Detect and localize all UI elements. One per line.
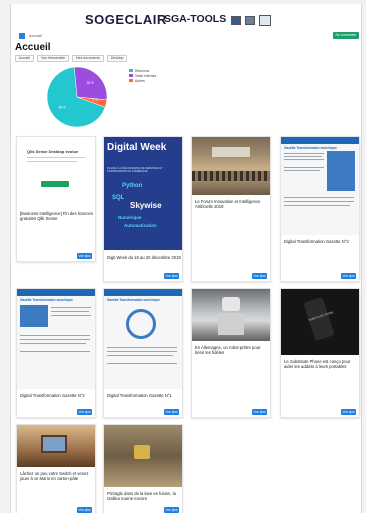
- top-bar: Accueil Se connecter: [15, 32, 361, 41]
- card-thumbnail: [192, 289, 270, 341]
- thumb-keyword: Skywise: [130, 201, 162, 210]
- home-icon[interactable]: [19, 33, 25, 39]
- news-card[interactable]: Gazette Transformation numérique Digital…: [280, 136, 360, 282]
- thumb-heading: Qlik Sense Desktop évolue: [27, 149, 79, 154]
- tab-overview[interactable]: Vue d'ensemble: [36, 55, 70, 62]
- card-title[interactable]: [Business Intelligence] Fin des licences…: [20, 211, 94, 221]
- legend-swatch: [129, 69, 133, 72]
- legend-label: Visite internes: [135, 73, 157, 78]
- page-title: Accueil: [15, 42, 51, 53]
- card-title[interactable]: Le Substitute Phone est conçu pour aider…: [284, 359, 358, 369]
- news-card[interactable]: SUBSTITUTE PHONE Le Substitute Phone est…: [280, 288, 360, 418]
- card-thumbnail: [192, 137, 270, 195]
- news-card[interactable]: Qlik Sense Desktop évolue [Business Inte…: [16, 136, 96, 262]
- thumb-keyword: Automatisation: [124, 223, 157, 228]
- legend-label: Réunions: [135, 68, 150, 73]
- thumb-keyword: Numérique: [118, 215, 142, 220]
- read-more-button[interactable]: Voir plus: [341, 409, 356, 415]
- pie-slice-label: 68 %: [59, 105, 66, 109]
- legend-swatch: [129, 79, 133, 82]
- news-card[interactable]: Gazette Transformation numérique Digital…: [103, 288, 183, 418]
- card-title[interactable]: Le Forum Innovation et Intelligence Arti…: [195, 199, 269, 209]
- tab-accueil[interactable]: Accueil: [15, 55, 34, 62]
- thumb-heading: Gazette Transformation numérique: [107, 298, 160, 302]
- news-card[interactable]: Pizzagle dans de la lave en fusion, la G…: [103, 424, 183, 513]
- card-thumbnail: Gazette Transformation numérique: [281, 137, 359, 235]
- card-thumbnail: Gazette Transformation numérique: [104, 289, 182, 389]
- card-thumbnail: [104, 425, 182, 487]
- card-thumbnail: Digital Week PLACE À LA DÉCOUVERTE DE SE…: [104, 137, 182, 250]
- thumb-heading: Gazette Transformation numérique: [20, 298, 73, 302]
- news-card[interactable]: Gazette Transformation numérique Digital…: [16, 288, 96, 418]
- connect-button[interactable]: Se connecter: [333, 32, 359, 39]
- legend-swatch: [129, 74, 133, 77]
- sga-tools-logo[interactable]: SGA-TOOLS: [164, 13, 226, 25]
- card-title[interactable]: Digital Transformation Gazette N°2: [20, 393, 94, 398]
- app-icon-3[interactable]: [259, 15, 271, 26]
- chart-legend: Réunions Visite internes Autres: [129, 68, 156, 83]
- card-title[interactable]: En Allemagne, un robot-prêtre pour bénir…: [195, 345, 269, 355]
- news-card[interactable]: Digital Week PLACE À LA DÉCOUVERTE DE SE…: [103, 136, 183, 282]
- stats-chart: 68 % 28 % 4 % Réunions Visite internes Aut…: [17, 62, 361, 132]
- tab-documents[interactable]: Mes documents: [72, 55, 104, 62]
- card-thumbnail: Qlik Sense Desktop évolue: [17, 137, 95, 205]
- read-more-button[interactable]: Voir plus: [77, 507, 92, 513]
- app-icon-1[interactable]: [231, 16, 241, 25]
- tab-bar: Accueil Vue d'ensemble Mes documents Des…: [15, 55, 361, 62]
- pie-slice-label: 4 %: [92, 98, 98, 102]
- legend-item: Autres: [129, 78, 156, 83]
- pie-chart: 68 % 28 % 4 %: [46, 66, 108, 128]
- card-thumbnail: [17, 425, 95, 467]
- news-card[interactable]: Le Forum Innovation et Intelligence Arti…: [191, 136, 271, 282]
- logo-row: SOGECLAIR SGA-TOOLS: [11, 10, 363, 32]
- card-title[interactable]: Digit Week du 16 au 20 décembre 2019: [107, 255, 181, 260]
- legend-label: Autres: [135, 78, 145, 83]
- home-link[interactable]: Accueil: [29, 33, 42, 38]
- thumb-heading: Digital Week: [107, 142, 167, 153]
- read-more-button[interactable]: Voir plus: [164, 507, 179, 513]
- pie-slice-label: 28 %: [87, 81, 94, 85]
- thumb-heading: Gazette Transformation numérique: [284, 146, 337, 150]
- page-container: SOGECLAIR SGA-TOOLS Accueil Se connecter…: [10, 4, 362, 513]
- card-thumbnail: Gazette Transformation numérique: [17, 289, 95, 389]
- read-more-button[interactable]: Voir plus: [77, 409, 92, 415]
- read-more-button[interactable]: Voir plus: [341, 273, 356, 279]
- read-more-button[interactable]: Voir plus: [252, 273, 267, 279]
- card-title[interactable]: Pizzagle dans de la lave en fusion, la G…: [107, 491, 181, 501]
- card-thumbnail: SUBSTITUTE PHONE: [281, 289, 359, 355]
- tab-desktop[interactable]: Desktop: [106, 55, 128, 62]
- card-title[interactable]: Digital Transformation Gazette N°1: [107, 393, 181, 398]
- sogeclair-logo[interactable]: SOGECLAIR: [85, 12, 167, 27]
- card-title[interactable]: Lâchez un peu votre Switch et venez joue…: [20, 471, 94, 481]
- news-card[interactable]: En Allemagne, un robot-prêtre pour bénir…: [191, 288, 271, 418]
- app-icon-2[interactable]: [245, 16, 255, 25]
- card-title[interactable]: Digital Transformation Gazette N°3: [284, 239, 358, 244]
- read-more-button[interactable]: Voir plus: [252, 409, 267, 415]
- news-card[interactable]: Lâchez un peu votre Switch et venez joue…: [16, 424, 96, 513]
- read-more-button[interactable]: Voir plus: [164, 273, 179, 279]
- read-more-button[interactable]: Voir plus: [77, 253, 92, 259]
- thumb-keyword: Python: [122, 183, 143, 189]
- thumb-subheading: PLACE À LA DÉCOUVERTE DE SERVICES ET TRA…: [107, 167, 163, 173]
- read-more-button[interactable]: Voir plus: [164, 409, 179, 415]
- thumb-keyword: SQL: [112, 195, 125, 201]
